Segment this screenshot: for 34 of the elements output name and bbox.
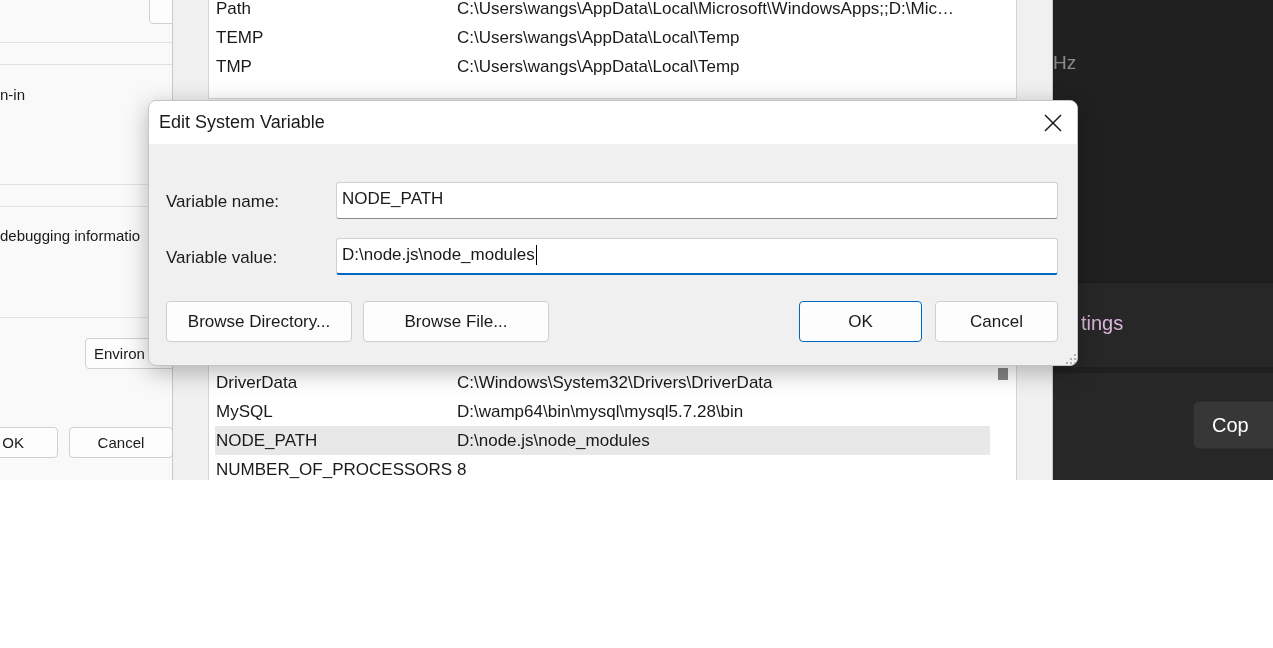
- variable-value: C:\Users\wangs\AppData\Local\Temp: [457, 56, 741, 77]
- button[interactable]: Browse Directory...: [166, 301, 352, 342]
- resize-grip-icon[interactable]: [1066, 354, 1076, 364]
- scrollbar-thumb[interactable]: [998, 368, 1008, 380]
- dialog-title: Edit System Variable: [159, 112, 325, 133]
- copy-button[interactable]: Cop: [1193, 401, 1273, 449]
- field-label: Variable value:: [166, 247, 279, 268]
- variable-value: C:\Users\wangs\AppData\Local\Temp: [457, 27, 741, 48]
- variable-value: D:\wamp64\bin\mysql\mysql5.7.28\bin: [457, 401, 745, 422]
- variable-name: NUMBER_OF_PROCESSORS: [216, 459, 454, 480]
- selected-row[interactable]: NODE_PATH D:\node.js\node_modules: [215, 426, 990, 455]
- variable-value: C:\Windows\System32\Drivers\DriverData: [457, 372, 774, 393]
- text: Hz: [1053, 52, 1077, 73]
- variable-value: C:\Users\wangs\AppData\Local\Microsoft\WindowsApps;;D:\Mic…: [457, 0, 955, 19]
- settings-link[interactable]: tings: [1081, 312, 1124, 334]
- text: n-in: [0, 86, 26, 103]
- variable-name: Path: [216, 0, 252, 19]
- variable-name: TMP: [216, 56, 253, 77]
- button[interactable]: Cancel: [935, 301, 1058, 342]
- input-field[interactable]: D:\node.js\node_modules: [336, 238, 1058, 275]
- close-icon[interactable]: [1044, 113, 1062, 132]
- button[interactable]: Browse File...: [363, 301, 549, 342]
- text: debugging informatio: [0, 227, 142, 244]
- variable-name: NODE_PATH: [216, 430, 319, 451]
- variable-name: DriverData: [216, 372, 299, 393]
- ok-button[interactable]: OK: [0, 427, 58, 458]
- input-field[interactable]: NODE_PATH: [336, 182, 1058, 219]
- variable-name: MySQL: [216, 401, 274, 422]
- field-label: Variable name:: [166, 191, 281, 212]
- variable-value: D:\node.js\node_modules: [457, 430, 651, 451]
- variable-value: 8: [457, 459, 468, 480]
- cancel-button[interactable]: Cancel: [68, 427, 173, 458]
- button[interactable]: OK: [799, 301, 922, 342]
- variable-name: TEMP: [216, 27, 265, 48]
